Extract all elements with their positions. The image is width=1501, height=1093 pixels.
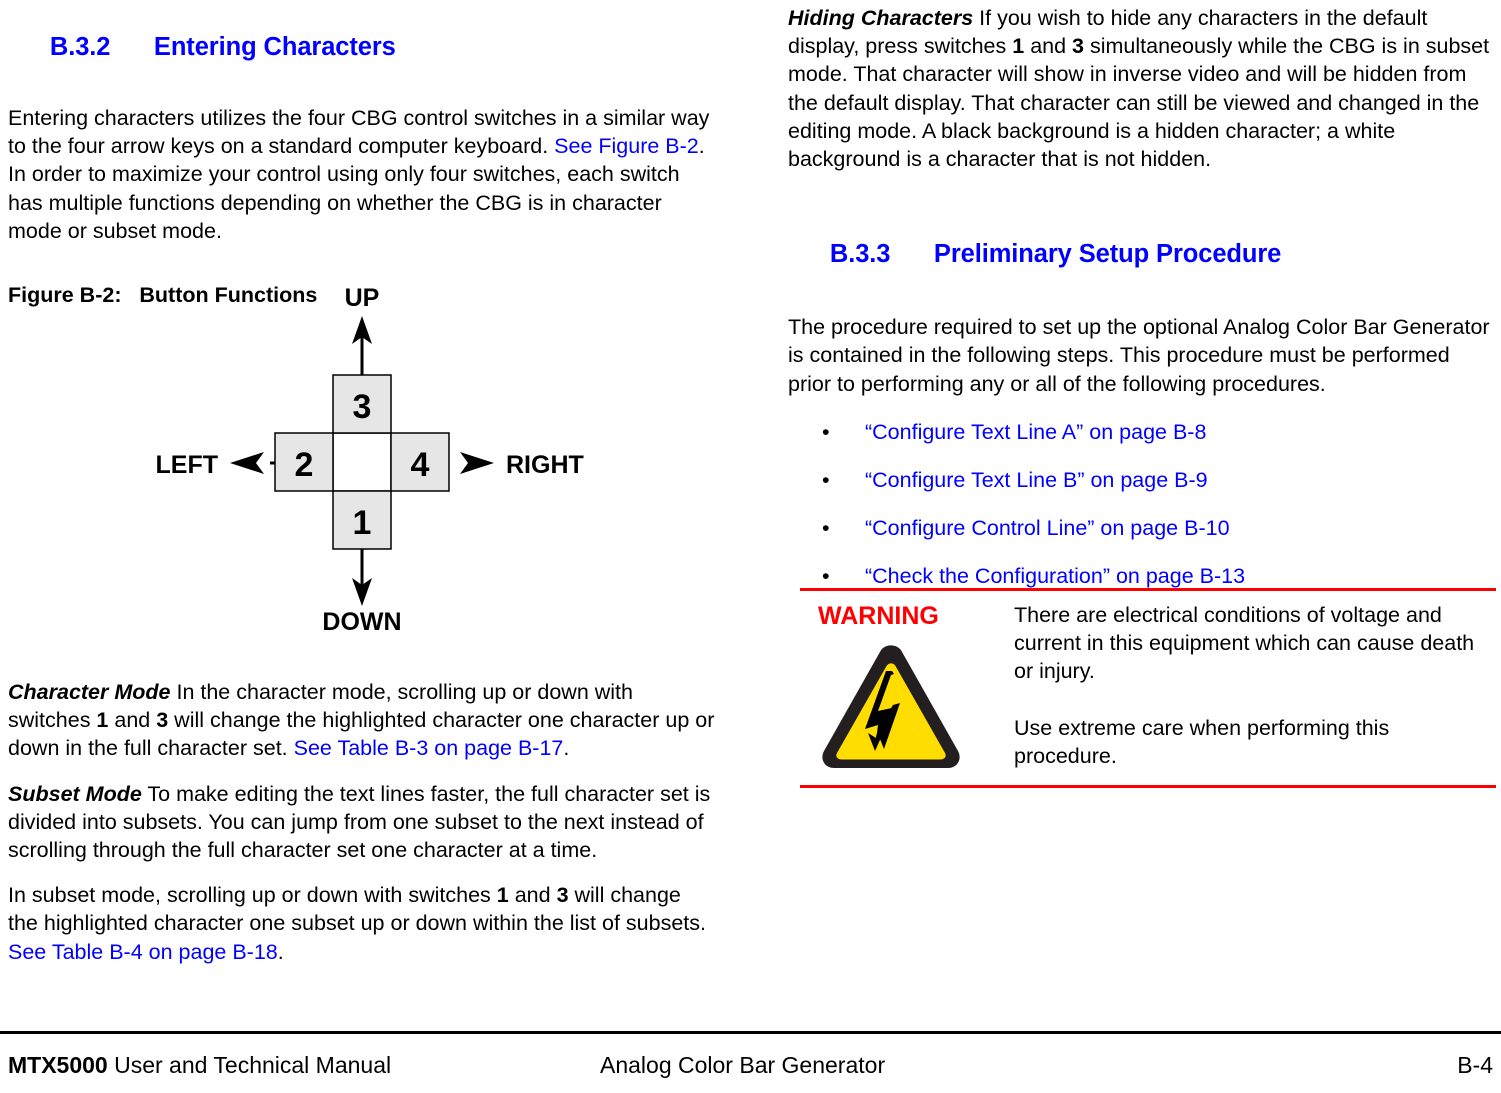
- footer-divider: [0, 1031, 1501, 1034]
- bullet-icon: •: [822, 467, 830, 492]
- link-configure-text-line-a[interactable]: “Configure Text Line A” on page B-8: [865, 420, 1206, 444]
- section-heading-b32: B.3.2 Entering Characters: [8, 2, 716, 92]
- figure-arrow-right-head: [460, 452, 494, 474]
- list-item[interactable]: • “Configure Control Line” on page B-10: [788, 514, 1496, 542]
- figure-button-left-label: 2: [295, 446, 314, 484]
- subset-scroll-switch-3: 3: [556, 883, 569, 908]
- list-item[interactable]: • “Configure Text Line B” on page B-9: [788, 466, 1496, 494]
- figure-arrow-left-head: [230, 452, 264, 474]
- character-mode-switch-3: 3: [156, 708, 169, 733]
- section-number: B.3.2: [49, 33, 111, 61]
- warning-paragraph-1: There are electrical conditions of volta…: [1014, 603, 1475, 684]
- paragraph-hiding-characters: Hiding Characters If you wish to hide an…: [788, 4, 1496, 173]
- page-footer: MTX5000 User and Technical Manual Analog…: [0, 1050, 1501, 1090]
- footer-manual-title: MTX5000 User and Technical Manual: [8, 1050, 391, 1080]
- run-in-subset-mode: Subset Mode: [8, 781, 142, 806]
- section-number: B.3.3: [829, 240, 891, 269]
- paragraph-subset-scroll: In subset mode, scrolling up or down wit…: [8, 881, 716, 966]
- paragraph-procedure: The procedure required to set up the opt…: [788, 315, 1490, 396]
- character-mode-part4: .: [563, 736, 570, 761]
- bullet-icon: •: [822, 515, 830, 540]
- figure-button-bottom-label: 1: [353, 504, 372, 542]
- paragraph-subset-mode: Subset Mode To make editing the text lin…: [8, 780, 716, 865]
- hiding-switch-1: 1: [1012, 34, 1025, 59]
- run-in-hiding-characters: Hiding Characters: [788, 6, 974, 30]
- paragraph-character-mode: Character Mode In the character mode, sc…: [8, 678, 716, 763]
- figure-button-top-label: 3: [353, 388, 372, 426]
- hiding-switch-3: 3: [1072, 34, 1085, 59]
- link-see-figure-b2[interactable]: See Figure B-2: [554, 134, 699, 158]
- subset-scroll-part1: In subset mode, scrolling up or down wit…: [8, 883, 497, 908]
- figure-center-square: [332, 432, 392, 492]
- character-mode-switch-1: 1: [96, 708, 109, 733]
- link-see-table-b4[interactable]: See Table B-4 on page B-18: [8, 940, 278, 964]
- procedure-link-list: • “Configure Text Line A” on page B-8 • “C…: [788, 418, 1496, 590]
- subset-scroll-part2: and: [508, 883, 557, 908]
- list-item[interactable]: • “Configure Text Line A” on page B-8: [788, 418, 1496, 446]
- document-page: B.3.2 Entering Characters Entering charac…: [0, 0, 1501, 1093]
- section-title: Preliminary Setup Procedure: [933, 240, 1282, 269]
- intro-paragraph: Entering characters utilizes the four CB…: [8, 104, 716, 245]
- section-heading-b33: B.3.3 Preliminary Setup Procedure: [788, 209, 1496, 299]
- figure-label-down: DOWN: [322, 608, 401, 636]
- subset-scroll-switch-1: 1: [496, 883, 509, 908]
- footer-product-name: MTX5000: [8, 1052, 108, 1078]
- warning-admonition: WARNING There are electrical conditions …: [800, 588, 1496, 788]
- figure-label-right: RIGHT: [506, 451, 584, 479]
- link-configure-text-line-b[interactable]: “Configure Text Line B” on page B-9: [865, 468, 1208, 492]
- subset-scroll-part4: .: [277, 939, 284, 964]
- run-in-character-mode: Character Mode: [8, 680, 171, 704]
- footer-page-number: B-4: [1457, 1052, 1493, 1078]
- bullet-icon: •: [822, 563, 830, 588]
- warning-paragraph-2: Use extreme care when performing this pr…: [1014, 715, 1390, 768]
- character-mode-part2: and: [108, 708, 157, 733]
- electrical-hazard-icon: [818, 641, 964, 773]
- warning-text: There are electrical conditions of volta…: [1014, 601, 1484, 770]
- warning-body: WARNING There are electrical conditions …: [800, 591, 1496, 785]
- hiding-part2: and: [1024, 34, 1073, 59]
- bullet-icon: •: [822, 419, 830, 444]
- link-configure-control-line[interactable]: “Configure Control Line” on page B-10: [865, 516, 1230, 540]
- left-column-lower-text: Character Mode In the character mode, sc…: [8, 678, 716, 966]
- list-item[interactable]: • “Check the Configuration” on page B-13: [788, 562, 1496, 590]
- warning-rule-bottom: [800, 785, 1496, 788]
- footer-manual-rest: User and Technical Manual: [107, 1052, 392, 1078]
- link-see-table-b3[interactable]: See Table B-3 on page B-17: [294, 736, 564, 760]
- link-check-the-configuration[interactable]: “Check the Configuration” on page B-13: [865, 564, 1245, 588]
- warning-label: WARNING: [818, 602, 939, 630]
- left-column: B.3.2 Entering Characters Entering charac…: [8, 0, 716, 964]
- figure-label-up: UP: [345, 284, 380, 312]
- figure-label-left: LEFT: [156, 451, 219, 479]
- footer-chapter-title: Analog Color Bar Generator: [600, 1052, 886, 1078]
- figure-button-functions: UP DOWN LEFT RIGHT 3 1 2 4: [8, 278, 716, 638]
- section-title: Entering Characters: [153, 33, 396, 61]
- figure-button-right-label: 4: [411, 446, 430, 484]
- right-column: Hiding Characters If you wish to hide an…: [788, 0, 1496, 788]
